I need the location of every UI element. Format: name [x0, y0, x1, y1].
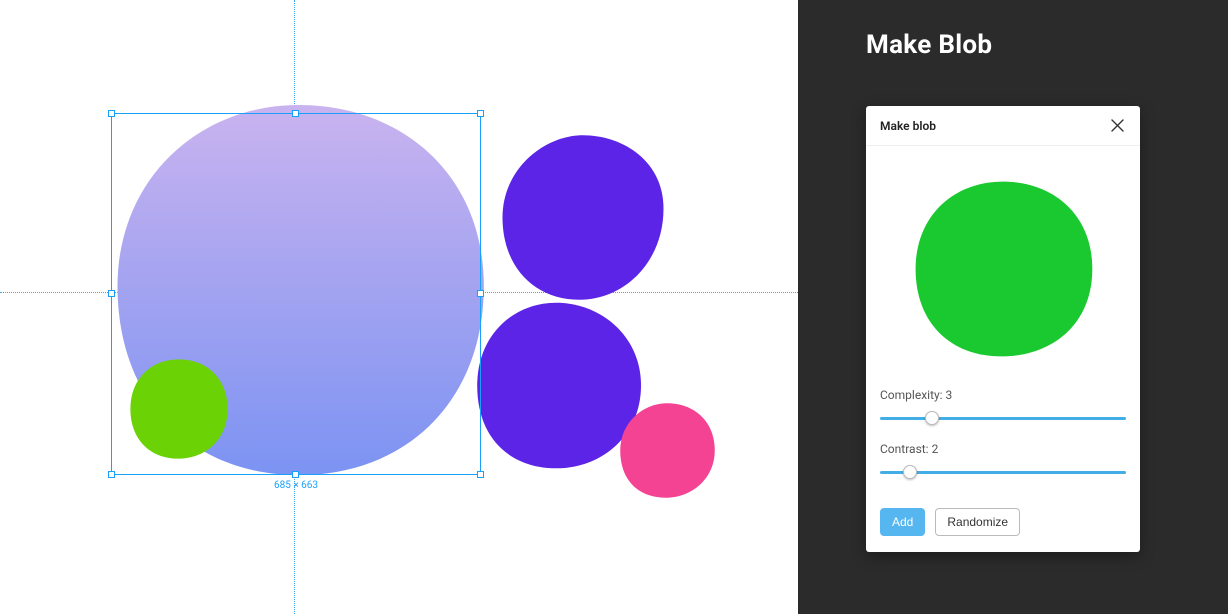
add-button[interactable]: Add: [880, 508, 925, 536]
slider-thumb[interactable]: [903, 465, 917, 479]
slider-thumb[interactable]: [925, 411, 939, 425]
selection-handle-left-mid[interactable]: [108, 290, 115, 297]
contrast-slider[interactable]: [880, 462, 1126, 482]
complexity-label: Complexity: 3: [880, 388, 1126, 402]
panel-title: Make blob: [880, 119, 1108, 133]
slider-track: [880, 471, 1126, 474]
selection-handle-top-left[interactable]: [108, 110, 115, 117]
design-canvas[interactable]: 685 × 663: [0, 0, 798, 614]
sidebar-title: Make Blob: [866, 30, 992, 60]
selection-handle-right-mid[interactable]: [477, 290, 484, 297]
complexity-slider[interactable]: [880, 408, 1126, 428]
selection-handle-bottom-mid[interactable]: [292, 471, 299, 478]
panel-header: Make blob: [866, 106, 1140, 146]
selection-handle-top-mid[interactable]: [292, 110, 299, 117]
randomize-button[interactable]: Randomize: [935, 508, 1020, 536]
blob-preview: [880, 164, 1126, 374]
close-icon[interactable]: [1108, 117, 1126, 135]
selection-box[interactable]: 685 × 663: [111, 113, 481, 475]
slider-track: [880, 417, 1126, 420]
contrast-label: Contrast: 2: [880, 442, 1126, 456]
canvas-blob-purple-top[interactable]: [488, 130, 678, 305]
canvas-blob-pink[interactable]: [615, 398, 720, 503]
selection-handle-top-right[interactable]: [477, 110, 484, 117]
plugin-panel: Make blob Complexity: 3 Contrast: 2: [866, 106, 1140, 552]
sidebar: Make Blob Make blob Complexity: 3 Contra…: [798, 0, 1228, 614]
selection-dimensions-label: 685 × 663: [274, 480, 318, 491]
selection-handle-bottom-right[interactable]: [477, 471, 484, 478]
selection-handle-bottom-left[interactable]: [108, 471, 115, 478]
